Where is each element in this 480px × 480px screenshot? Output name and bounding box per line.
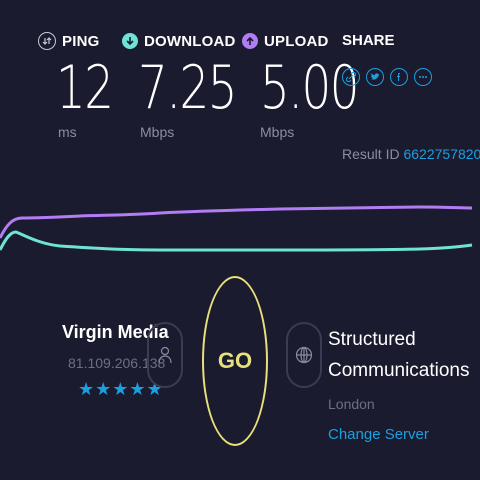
speed-graph xyxy=(0,205,473,252)
ping-value: 12 xyxy=(56,53,114,123)
upload-unit: Mbps xyxy=(260,124,295,140)
result-id: Result ID 6622757820 xyxy=(342,146,480,162)
globe-icon xyxy=(286,322,322,388)
go-label: GO xyxy=(217,348,253,373)
result-id-label: Result ID xyxy=(342,146,400,162)
ping-unit: ms xyxy=(58,124,77,140)
facebook-icon[interactable] xyxy=(390,68,408,86)
upload-label: UPLOAD xyxy=(264,32,329,50)
server-info: Structured Communications London Change … xyxy=(328,324,470,443)
ping-icon xyxy=(38,32,56,50)
upload-arrow-icon xyxy=(242,33,258,49)
share-label: SHARE xyxy=(342,32,395,49)
share-section: SHARE xyxy=(342,28,432,86)
download-value: 7.25 xyxy=(138,53,238,123)
server-location: London xyxy=(328,396,375,412)
download-speed-line xyxy=(0,230,473,252)
person-icon xyxy=(147,322,183,388)
link-icon[interactable] xyxy=(342,68,360,86)
more-icon[interactable] xyxy=(414,68,432,86)
result-id-link[interactable]: 6622757820 xyxy=(403,146,480,162)
ping-label: PING xyxy=(62,32,100,50)
change-server-link[interactable]: Change Server xyxy=(328,426,470,443)
upload-speed-line xyxy=(0,205,473,239)
download-arrow-icon xyxy=(122,33,138,49)
twitter-icon[interactable] xyxy=(366,68,384,86)
go-button[interactable]: GO xyxy=(202,276,268,446)
server-name-line2: Communications xyxy=(328,360,470,381)
ping-metric: PING 12 ms xyxy=(38,28,128,140)
server-name-line1: Structured xyxy=(328,329,416,350)
share-icons xyxy=(342,68,432,86)
download-label: DOWNLOAD xyxy=(144,32,236,50)
